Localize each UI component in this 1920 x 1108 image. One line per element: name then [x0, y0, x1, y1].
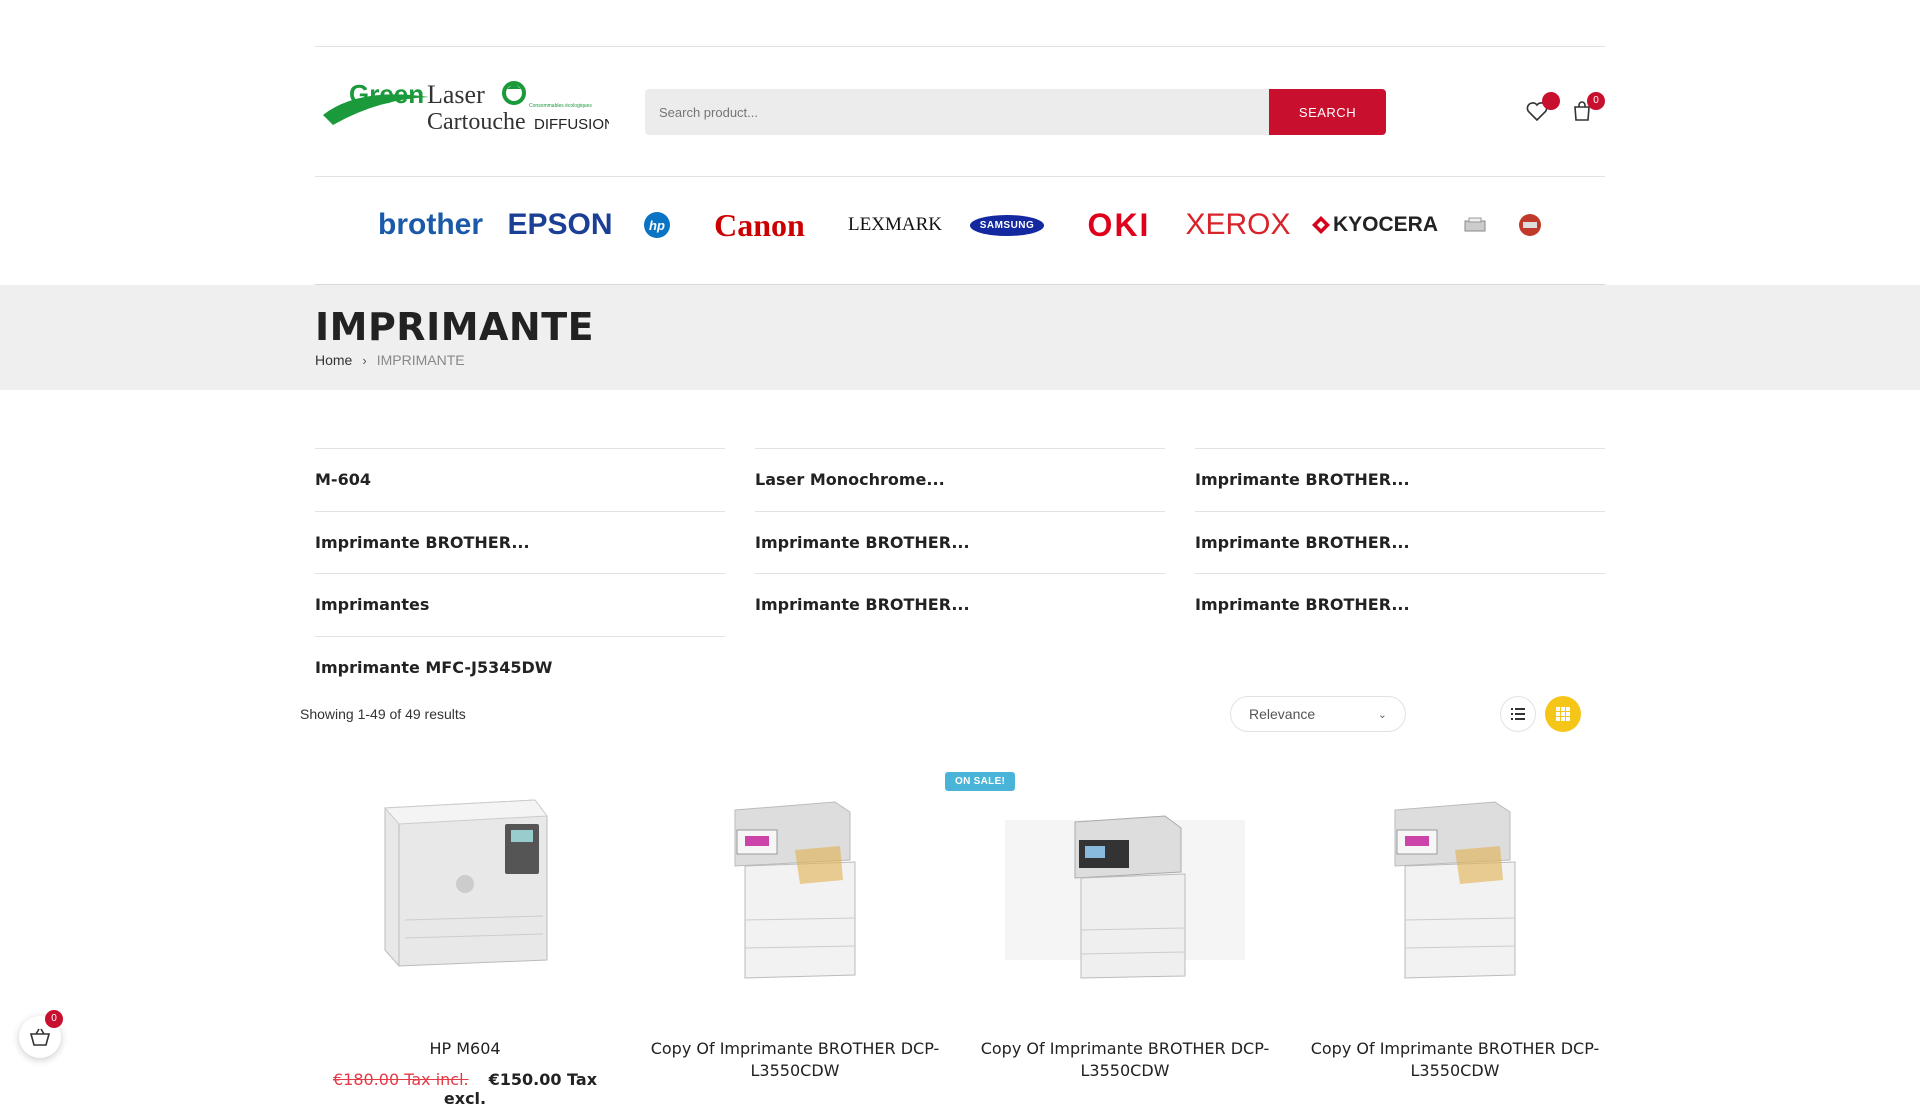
product-prices: €180.00 Tax incl. €150.00 Tax excl.: [315, 1070, 615, 1108]
product-name[interactable]: Copy Of Imprimante BROTHER DCP- L3550CDW: [645, 1038, 945, 1082]
page-heading-band: IMPRIMANTE Home › IMPRIMANTE: [0, 285, 1920, 390]
product-name[interactable]: Copy Of Imprimante BROTHER DCP- L3550CDW: [975, 1038, 1275, 1082]
breadcrumb-current: IMPRIMANTE: [376, 352, 465, 368]
brand-brother[interactable]: brother: [373, 200, 488, 250]
subcategory-link[interactable]: Imprimante BROTHER...: [315, 511, 725, 573]
results-count: Showing 1-49 of 49 results: [300, 706, 466, 722]
product-card: HP M604 €180.00 Tax incl. €150.00 Tax exc…: [315, 770, 615, 1108]
product-name[interactable]: HP M604: [315, 1038, 615, 1060]
floating-cart-button[interactable]: 0: [19, 1010, 63, 1058]
brand-oki[interactable]: OKI: [1071, 200, 1167, 250]
brand-xerox[interactable]: XEROX: [1185, 200, 1290, 250]
printer-thumb-icon: [1464, 217, 1486, 232]
header-icons: 0: [1515, 89, 1605, 135]
search-bar: SEARCH: [645, 89, 1386, 135]
brand-kyocera[interactable]: KYOCERA: [1312, 200, 1438, 250]
product-image[interactable]: [995, 780, 1255, 980]
product-list-toolbar: Showing 1-49 of 49 results Relevance ⌄: [300, 696, 1590, 732]
toner-thumb-icon: [1519, 214, 1541, 236]
subcategory-link[interactable]: Imprimante BROTHER...: [755, 511, 1165, 573]
brand-carousel: brother EPSON hp Canon LEXMARK SAMSUNG O…: [315, 178, 1605, 283]
page-title: IMPRIMANTE: [315, 305, 595, 349]
breadcrumb-home-link[interactable]: Home: [315, 352, 352, 368]
subcategory-link[interactable]: Imprimante BROTHER...: [1195, 448, 1605, 510]
list-view-button[interactable]: [1500, 696, 1536, 732]
wishlist-count-badge: [1542, 92, 1560, 110]
site-logo[interactable]: Green Laser Cartouche DIFFUSION Consomma…: [319, 77, 615, 137]
search-input[interactable]: [645, 89, 1269, 135]
subcategory-link[interactable]: Imprimante BROTHER...: [1195, 573, 1605, 635]
brand-samsung[interactable]: SAMSUNG: [967, 200, 1047, 250]
grid-view-button[interactable]: [1545, 696, 1581, 732]
subcategory-link[interactable]: Imprimante BROTHER...: [1195, 511, 1605, 573]
svg-text:Green: Green: [349, 79, 424, 109]
logo-image: Green Laser Cartouche DIFFUSION Consomma…: [323, 79, 615, 135]
subcategory-link[interactable]: M-604: [315, 448, 725, 510]
site-header: Green Laser Cartouche DIFFUSION Consomma…: [315, 47, 1605, 175]
product-image[interactable]: [1325, 780, 1585, 980]
brand-epson[interactable]: EPSON: [505, 200, 615, 250]
sort-select[interactable]: Relevance ⌄: [1230, 696, 1406, 732]
subcategory-link[interactable]: Laser Monochrome...: [755, 448, 1165, 510]
product-card: Copy Of Imprimante BROTHER DCP- L3550CDW: [1305, 770, 1605, 1100]
product-image[interactable]: [665, 780, 925, 980]
subcategory-link[interactable]: Imprimante MFC-J5345DW: [315, 636, 725, 698]
chevron-down-icon: ⌄: [1377, 708, 1387, 721]
chevron-right-icon: ›: [362, 352, 367, 368]
brand-printer-thumb[interactable]: [1460, 200, 1490, 250]
header-divider: [315, 176, 1605, 177]
brand-canon[interactable]: Canon: [697, 200, 822, 250]
breadcrumb: Home › IMPRIMANTE: [315, 352, 465, 368]
svg-text:Consommables écologiques: Consommables écologiques: [529, 103, 592, 109]
basket-icon: [30, 1028, 50, 1046]
subcategory-link[interactable]: Imprimantes: [315, 573, 725, 635]
sort-value: Relevance: [1249, 706, 1316, 722]
svg-text:Cartouche: Cartouche: [427, 109, 526, 135]
list-icon: [1511, 708, 1525, 720]
product-image[interactable]: [335, 780, 595, 980]
grid-icon: [1556, 707, 1570, 721]
cart-count-badge: 0: [1587, 92, 1605, 110]
brand-lexmark[interactable]: LEXMARK: [845, 200, 945, 250]
svg-text:DIFFUSION: DIFFUSION: [534, 116, 609, 133]
brand-hp[interactable]: hp: [643, 200, 671, 250]
brand-toner-thumb[interactable]: [1515, 200, 1545, 250]
product-card: Copy Of Imprimante BROTHER DCP- L3550CDW: [645, 770, 945, 1100]
product-name[interactable]: Copy Of Imprimante BROTHER DCP- L3550CDW: [1305, 1038, 1605, 1082]
svg-text:Laser: Laser: [427, 80, 485, 109]
product-card: ON SALE! Copy Of Imprimante BROTHER DCP-…: [945, 770, 1275, 1100]
search-button[interactable]: SEARCH: [1269, 89, 1386, 135]
subcategory-link[interactable]: Imprimante BROTHER...: [755, 573, 1165, 635]
kyocera-logo-icon: [1312, 216, 1330, 234]
floating-cart-count-badge: 0: [45, 1010, 63, 1028]
